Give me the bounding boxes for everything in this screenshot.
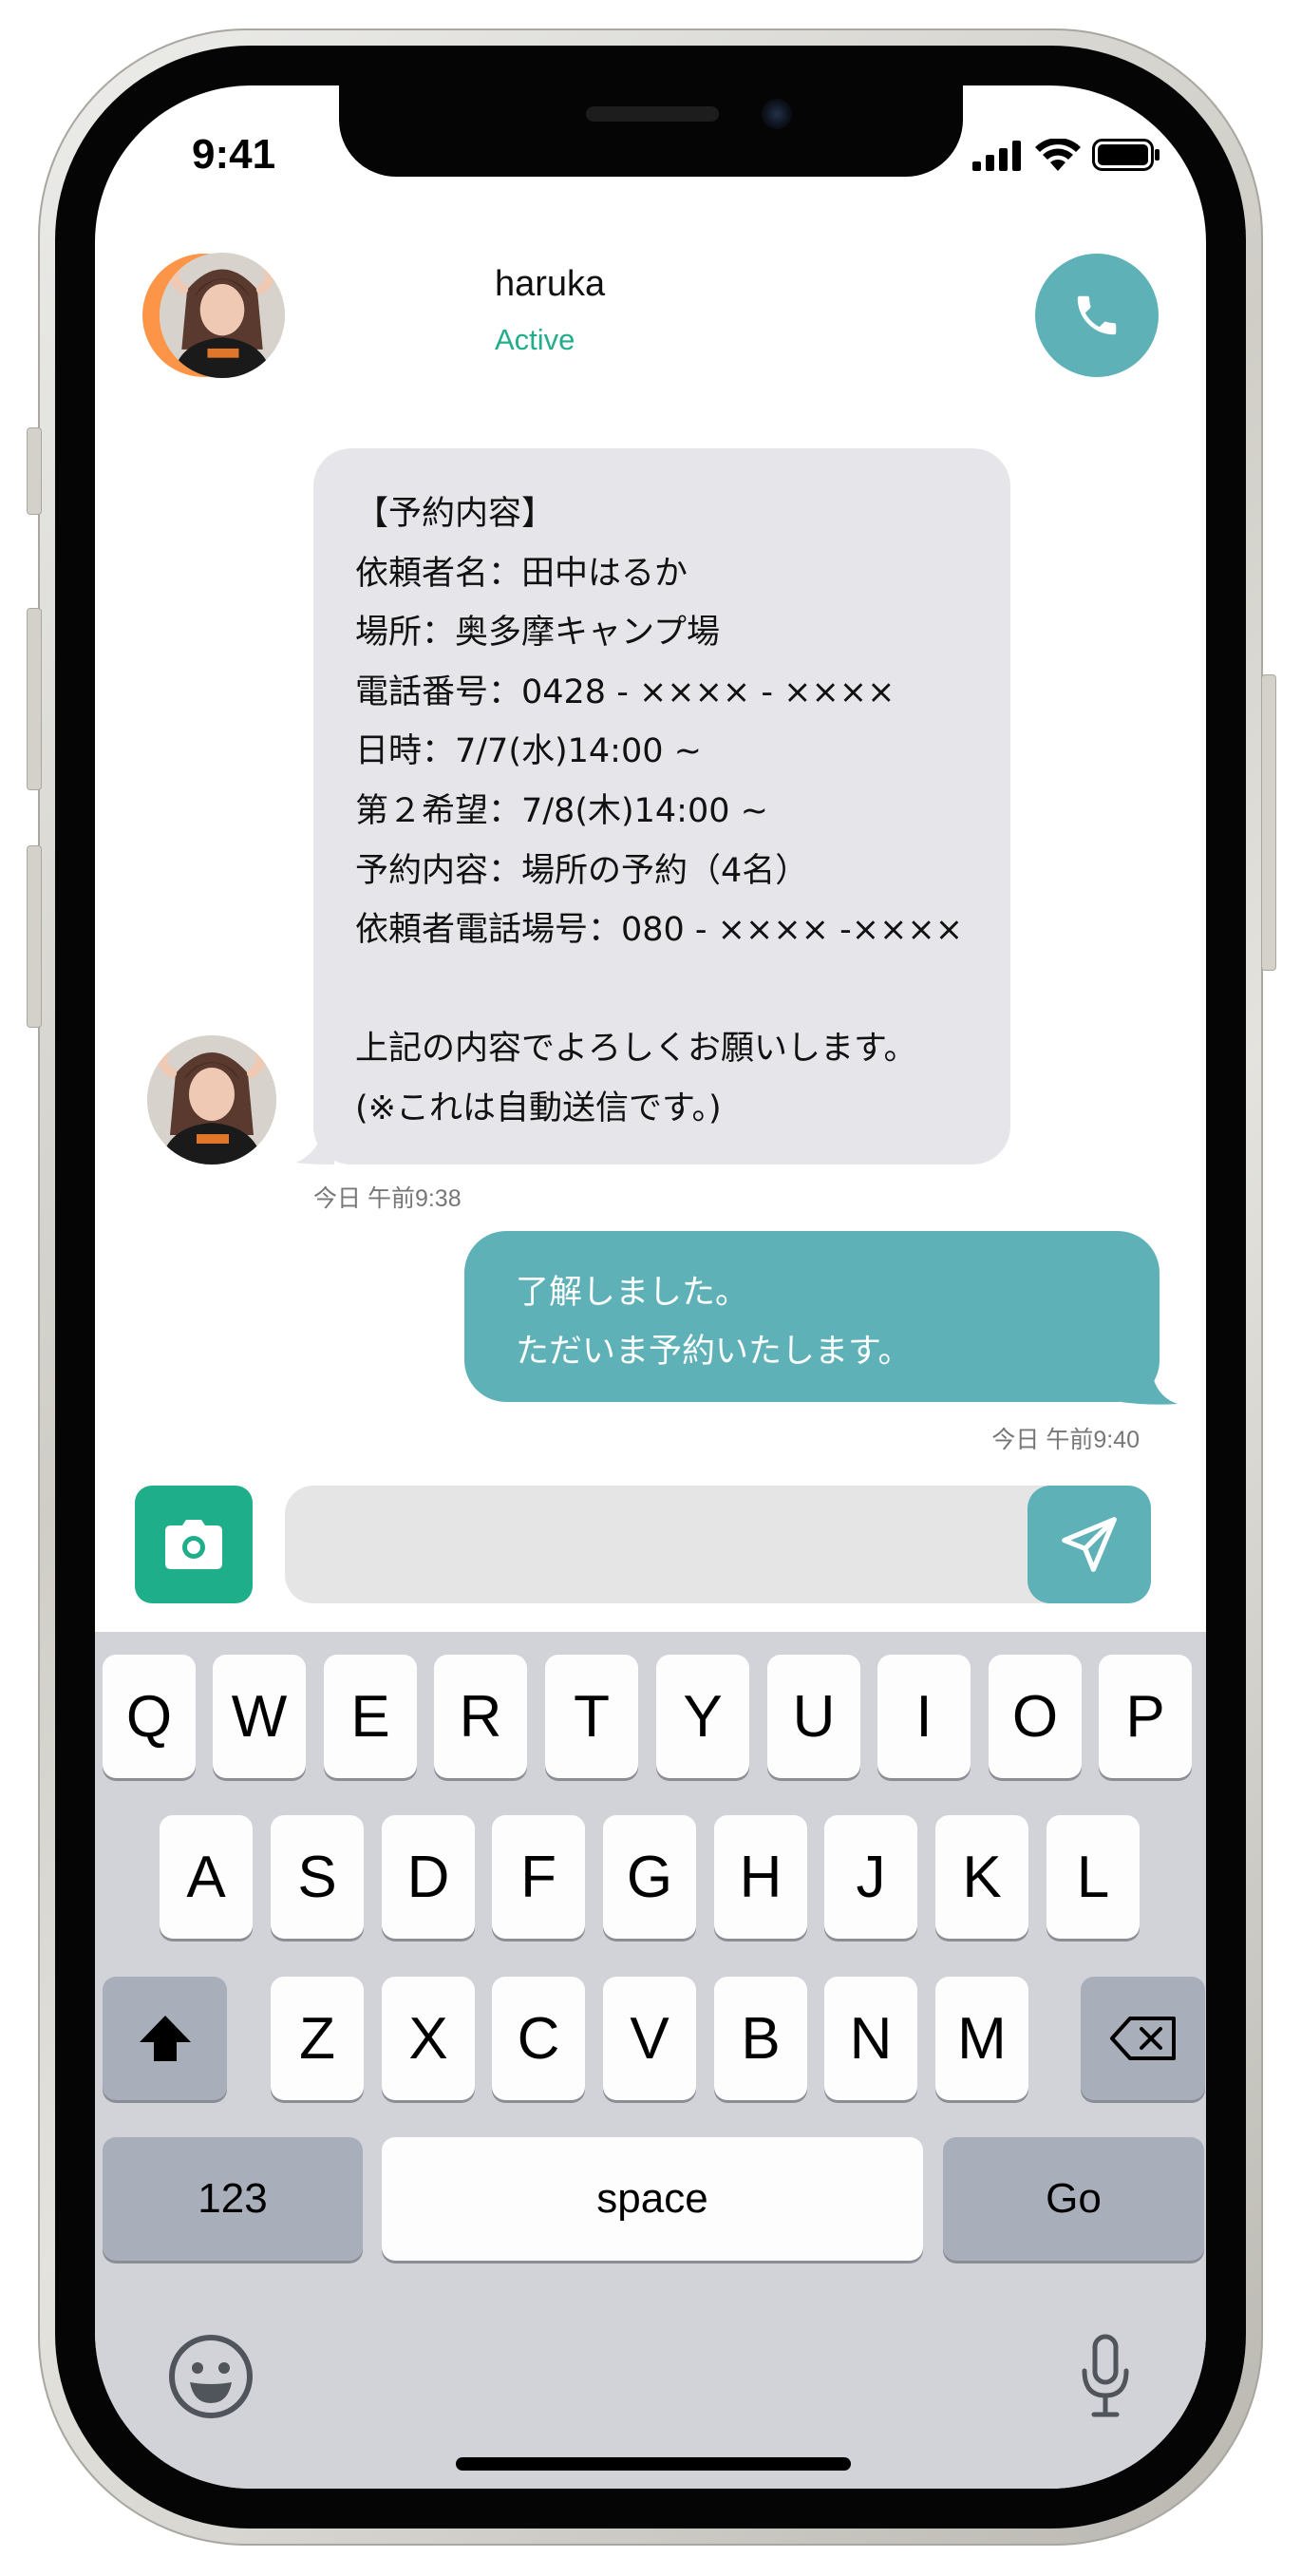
home-indicator[interactable] (456, 2457, 851, 2471)
key-h[interactable]: H (714, 1815, 807, 1939)
message-line: 場所：奥多摩キャンプ場 (355, 614, 720, 653)
shift-key[interactable] (103, 1977, 227, 2100)
message-line: ただいま予約いたします。 (516, 1333, 912, 1371)
camera-icon (165, 1520, 222, 1569)
front-camera (762, 99, 792, 129)
power-button (1261, 674, 1276, 971)
key-a[interactable]: A (160, 1815, 253, 1939)
incoming-message-bubble[interactable]: 【予約内容】 依頼者名：田中はるか 場所：奥多摩キャンプ場 電話番号：0428 … (313, 448, 1010, 1165)
message-line: 電話番号：0428 - ×××× - ×××× (355, 672, 896, 711)
key-n[interactable]: N (824, 1977, 917, 2100)
send-icon (1062, 1517, 1117, 1572)
cellular-signal-icon (972, 141, 1021, 171)
backspace-key[interactable] (1081, 1977, 1205, 2100)
outgoing-timestamp: 今日 午前9:40 (991, 1427, 1140, 1453)
sender-avatar (147, 1035, 276, 1165)
key-q[interactable]: Q (103, 1655, 196, 1778)
camera-button[interactable] (135, 1486, 253, 1603)
message-line: 【予約内容】 (355, 495, 556, 533)
phone-icon (1077, 295, 1117, 335)
key-p[interactable]: P (1099, 1655, 1192, 1778)
key-x[interactable]: X (382, 1977, 475, 2100)
key-c[interactable]: C (492, 1977, 585, 2100)
backspace-icon (1109, 2017, 1176, 2060)
key-j[interactable]: J (824, 1815, 917, 1939)
key-s[interactable]: S (271, 1815, 364, 1939)
message-input[interactable] (285, 1486, 1151, 1603)
space-key[interactable]: space (382, 2137, 923, 2261)
incoming-bubble-tail (296, 1130, 334, 1165)
wifi-icon (1035, 139, 1081, 171)
message-line: 第２希望：7/8(木)14:00 ~ (355, 791, 768, 830)
key-o[interactable]: O (989, 1655, 1082, 1778)
key-v[interactable]: V (603, 1977, 696, 2100)
notch (339, 85, 963, 177)
shift-icon (139, 2016, 191, 2061)
key-u[interactable]: U (767, 1655, 860, 1778)
keyboard: Q W E R T Y U I O P A S D F G H J K L Z … (95, 1632, 1206, 2489)
message-line: 予約内容：場所の予約（4名） (355, 851, 809, 890)
screen: 9:41 haruka Active 【予約内容】 依頼者名：田中はるか 場所：… (95, 85, 1206, 2489)
contact-avatar[interactable] (160, 253, 285, 378)
speaker-grille (586, 106, 719, 122)
call-button[interactable] (1035, 254, 1159, 377)
message-line: 依頼者電話場号：080 - ×××× -×××× (355, 911, 964, 950)
key-y[interactable]: Y (656, 1655, 749, 1778)
key-l[interactable]: L (1046, 1815, 1140, 1939)
battery-icon (1092, 139, 1160, 171)
key-i[interactable]: I (877, 1655, 971, 1778)
numbers-key[interactable]: 123 (103, 2137, 363, 2261)
incoming-timestamp: 今日 午前9:38 (313, 1185, 462, 1212)
outgoing-bubble-tail (1121, 1368, 1178, 1405)
contact-name: haruka (495, 264, 606, 304)
silent-switch (27, 427, 42, 515)
key-k[interactable]: K (935, 1815, 1028, 1939)
avatar-image (147, 1035, 276, 1165)
message-line: 日時：7/7(水)14:00 ~ (355, 732, 702, 771)
status-icons (972, 139, 1160, 171)
message-line: (※これは自動送信です。) (355, 1089, 722, 1127)
emoji-icon[interactable] (167, 2333, 255, 2420)
outgoing-message-bubble[interactable]: 了解しました。 ただいま予約いたします。 (464, 1231, 1160, 1402)
message-line (355, 960, 969, 1020)
key-b[interactable]: B (714, 1977, 807, 2100)
volume-down-button (27, 845, 42, 1028)
status-time: 9:41 (192, 131, 276, 178)
go-key[interactable]: Go (943, 2137, 1204, 2261)
key-d[interactable]: D (382, 1815, 475, 1939)
key-e[interactable]: E (324, 1655, 417, 1778)
send-button[interactable] (1028, 1486, 1151, 1603)
microphone-icon[interactable] (1077, 2333, 1134, 2420)
key-g[interactable]: G (603, 1815, 696, 1939)
key-m[interactable]: M (935, 1977, 1028, 2100)
volume-up-button (27, 608, 42, 790)
contact-status: Active (495, 323, 575, 356)
key-f[interactable]: F (492, 1815, 585, 1939)
message-line: 了解しました。 (516, 1274, 749, 1312)
avatar-image (160, 253, 285, 378)
message-line: 上記の内容でよろしくお願いします。 (355, 1030, 917, 1069)
key-t[interactable]: T (545, 1655, 638, 1778)
key-w[interactable]: W (213, 1655, 306, 1778)
key-r[interactable]: R (434, 1655, 527, 1778)
message-line: 依頼者名：田中はるか (355, 554, 688, 593)
key-z[interactable]: Z (271, 1977, 364, 2100)
